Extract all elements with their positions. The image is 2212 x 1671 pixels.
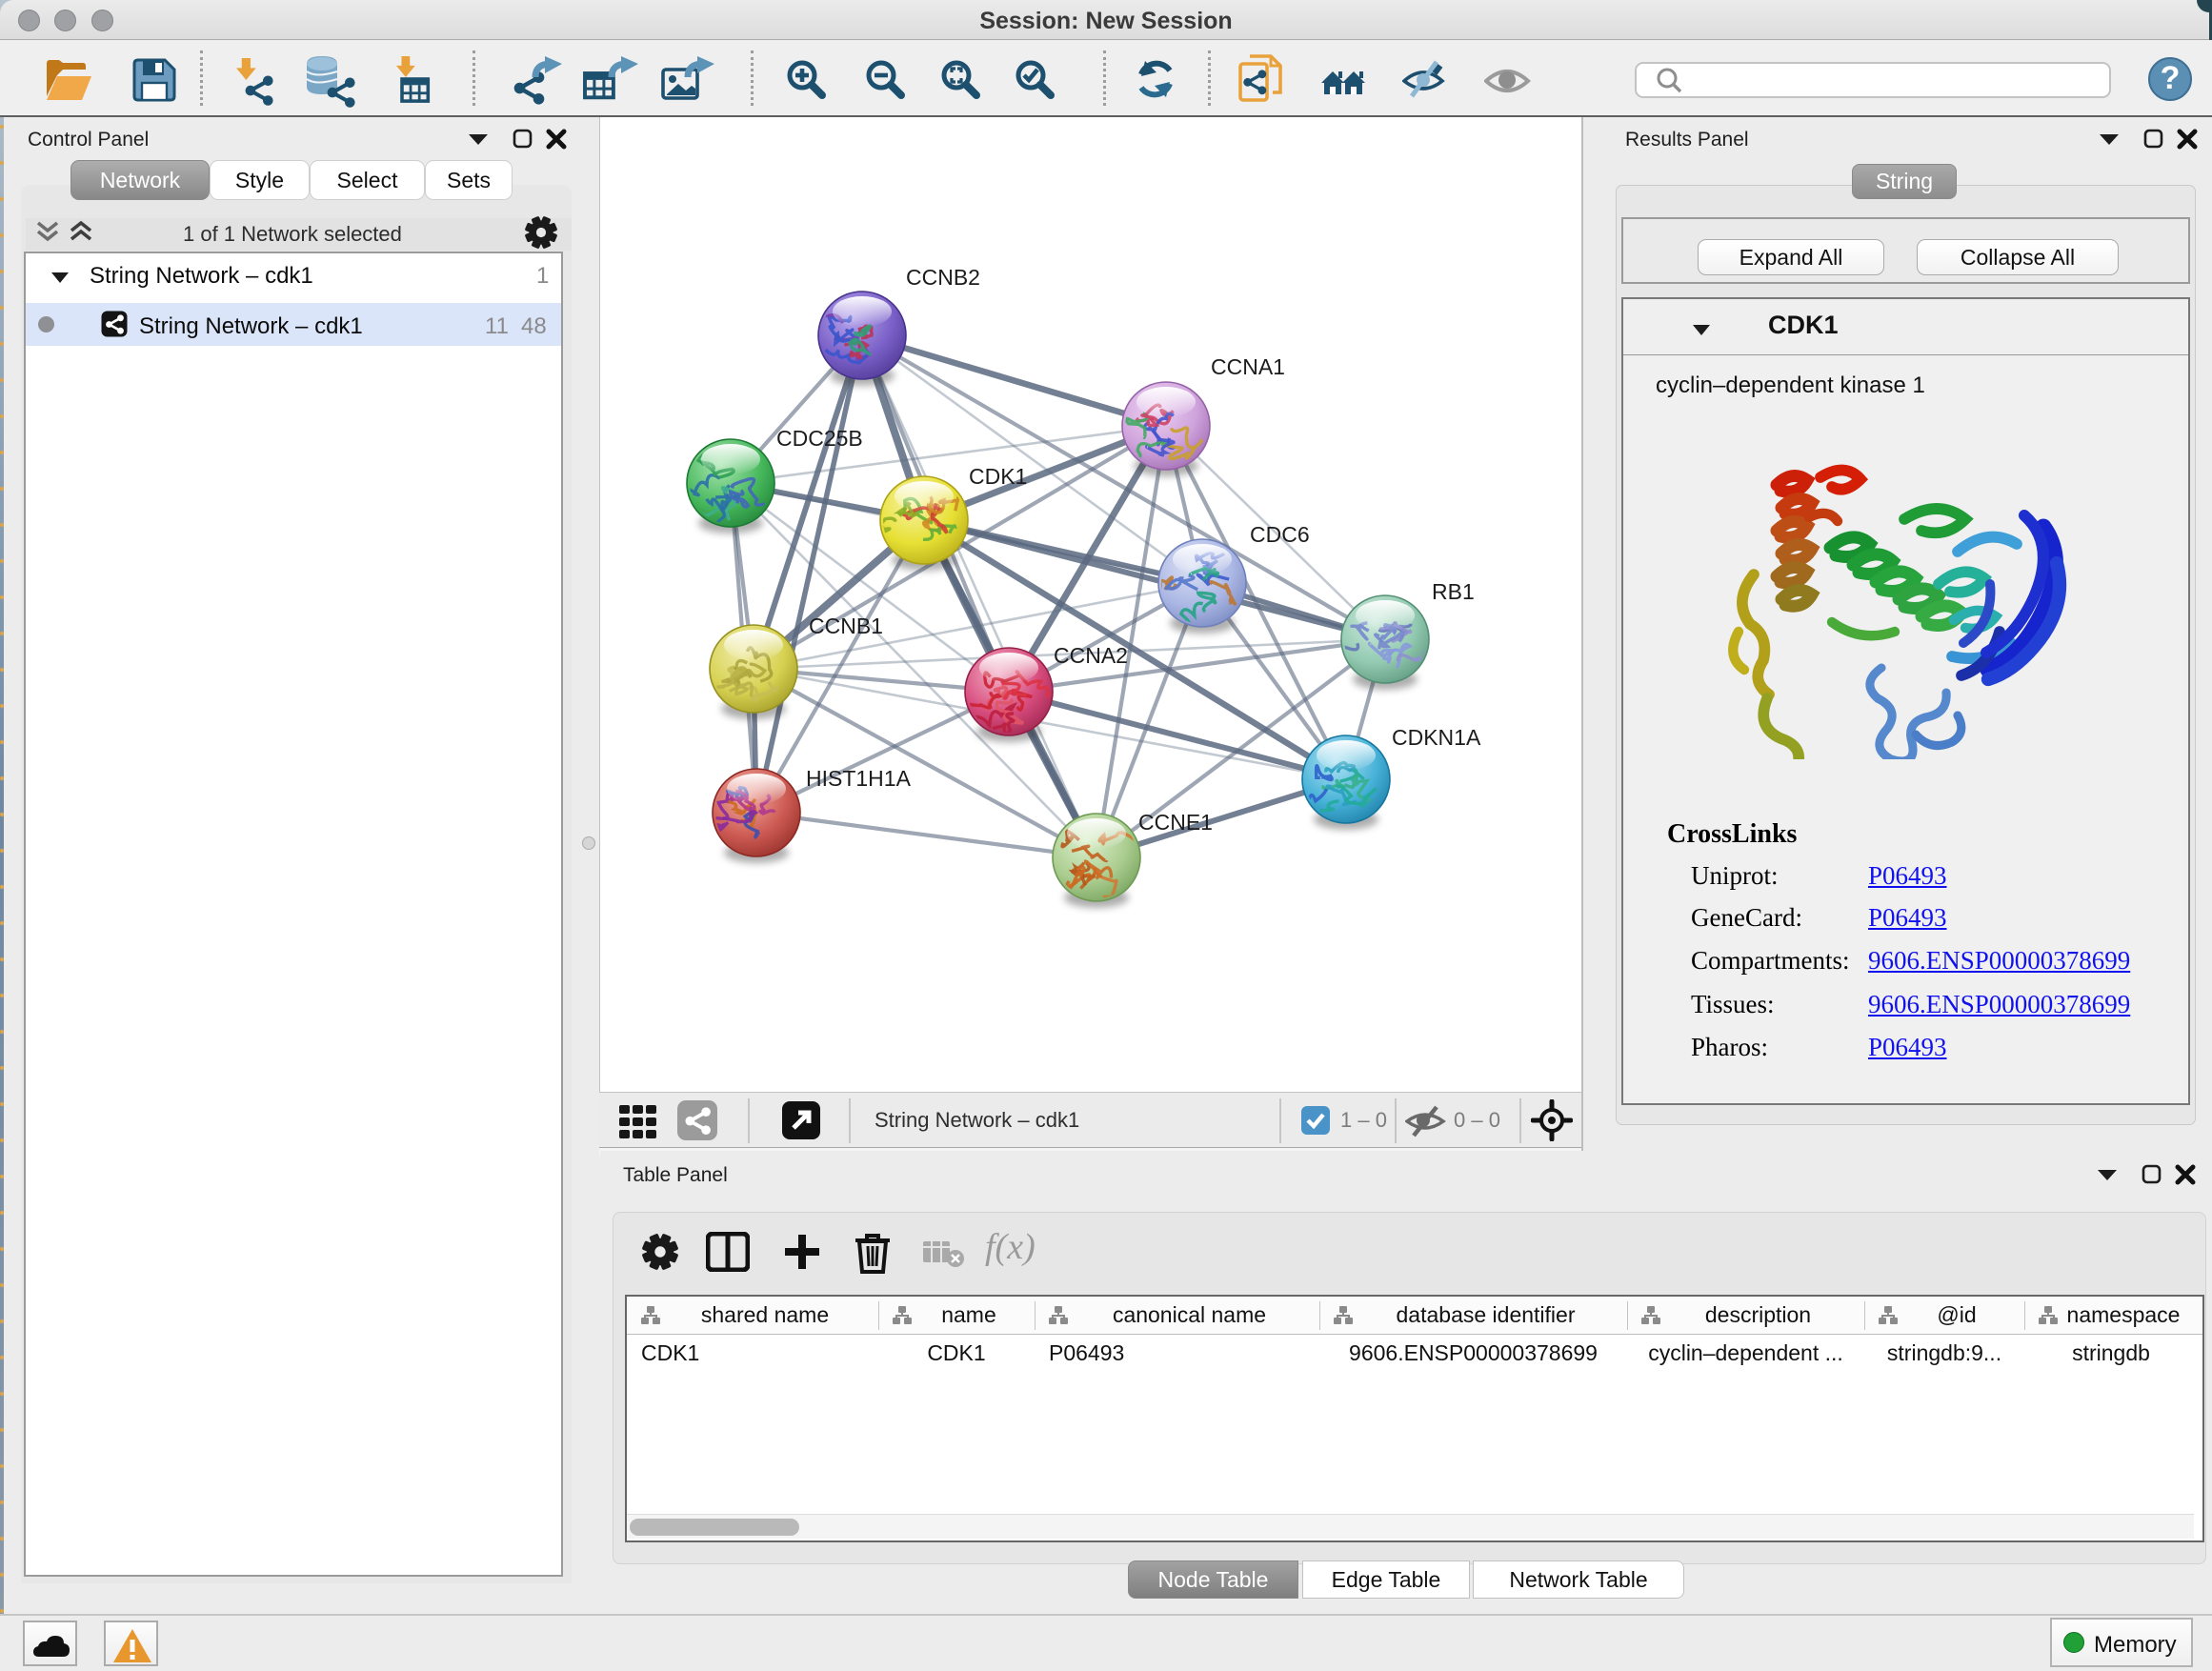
svg-text:CDK1: CDK1	[969, 464, 1027, 489]
svg-text:CCNB1: CCNB1	[809, 614, 883, 638]
svg-text:CCNA2: CCNA2	[1054, 643, 1128, 668]
svg-text:CDC6: CDC6	[1250, 522, 1310, 547]
svg-text:RB1: RB1	[1432, 579, 1475, 604]
svg-text:CCNA1: CCNA1	[1211, 354, 1285, 379]
svg-text:CDKN1A: CDKN1A	[1392, 725, 1481, 750]
svg-text:CDC25B: CDC25B	[776, 426, 863, 451]
svg-text:HIST1H1A: HIST1H1A	[806, 766, 912, 791]
svg-text:?: ?	[2161, 60, 2181, 96]
svg-text:CCNE1: CCNE1	[1138, 810, 1213, 835]
svg-text:CCNB2: CCNB2	[906, 265, 980, 290]
